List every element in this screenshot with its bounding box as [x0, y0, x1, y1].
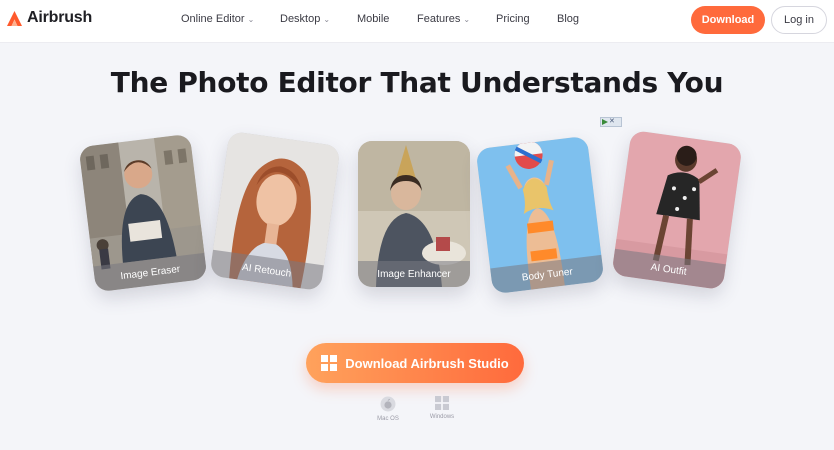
chevron-down-icon: ⌄: [323, 14, 331, 24]
card-label: Image Enhancer: [358, 261, 470, 287]
nav-desktop-label: Desktop: [280, 13, 321, 25]
feature-card-ai-retouch[interactable]: AI Retouch: [209, 130, 341, 292]
platform-label: Mac OS: [377, 416, 399, 422]
nav-pricing-label: Pricing: [496, 13, 530, 25]
download-button[interactable]: Download: [691, 6, 765, 34]
play-icon: [602, 119, 608, 125]
feature-card-image-enhancer[interactable]: Image Enhancer: [358, 141, 470, 287]
nav-features-label: Features: [417, 13, 461, 25]
download-airbrush-studio-button[interactable]: Download Airbrush Studio: [306, 343, 524, 383]
feature-card-ai-outfit[interactable]: AI Outfit: [611, 129, 743, 291]
windows-icon: [321, 355, 338, 371]
top-navigation-bar: Airbrush Online Editor ⌄ Desktop ⌄ Mobil…: [0, 0, 834, 43]
nav-pricing[interactable]: Pricing: [496, 13, 530, 25]
feature-card-body-tuner[interactable]: Body Tuner: [475, 135, 605, 295]
brand-name: Airbrush: [27, 9, 93, 26]
nav-mobile[interactable]: Mobile: [357, 13, 389, 25]
nav-features[interactable]: Features ⌄: [417, 13, 470, 25]
cta-label: Download Airbrush Studio: [345, 355, 509, 371]
nav-mobile-label: Mobile: [357, 13, 390, 25]
chevron-down-icon: ⌄: [463, 14, 471, 24]
nav-online-editor-label: Online Editor: [181, 13, 245, 25]
platform-windows[interactable]: Windows: [422, 396, 462, 420]
platform-mac-os[interactable]: Mac OS: [368, 396, 408, 422]
close-icon: ✕: [609, 118, 615, 125]
nav-online-editor[interactable]: Online Editor ⌄: [181, 13, 254, 25]
platform-label: Windows: [429, 414, 455, 420]
page-title: The Photo Editor That Understands You: [110, 66, 724, 99]
chevron-down-icon: ⌄: [247, 14, 255, 24]
feature-card-image-eraser[interactable]: Image Eraser: [78, 133, 208, 293]
nav-blog[interactable]: Blog: [557, 13, 579, 25]
airbrush-logo-icon: [7, 10, 22, 26]
windows-icon: [435, 396, 449, 410]
ad-choices-badge[interactable]: ✕: [600, 117, 622, 127]
brand-logo[interactable]: Airbrush: [6, 9, 92, 27]
login-button[interactable]: Log in: [771, 6, 827, 34]
apple-icon: [380, 396, 396, 412]
nav-blog-label: Blog: [557, 13, 580, 25]
nav-desktop[interactable]: Desktop ⌄: [280, 13, 330, 25]
